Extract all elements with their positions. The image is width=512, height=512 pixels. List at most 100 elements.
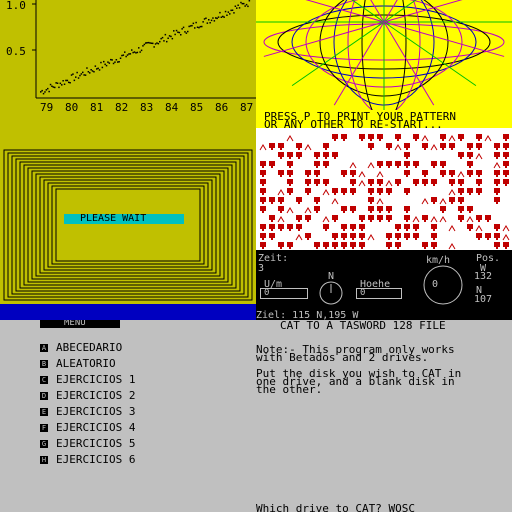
- tree-icon: [278, 197, 284, 202]
- menu-item[interactable]: A ABECEDARIO: [40, 342, 122, 353]
- mountain-icon: [448, 225, 456, 232]
- tree-icon: [314, 206, 320, 211]
- tree-trunk: [370, 202, 372, 204]
- mountain-icon: [457, 171, 465, 178]
- scatter-point: [77, 77, 80, 79]
- tree-trunk: [316, 175, 318, 177]
- please-wait-banner: PLEASE WAIT: [64, 214, 184, 224]
- tree-trunk: [451, 184, 453, 186]
- menu-item[interactable]: F EJERCICIOS 4: [40, 422, 135, 433]
- tree-trunk: [406, 220, 408, 222]
- tree-trunk: [316, 211, 318, 213]
- scatter-point: [72, 73, 74, 75]
- scatter-point: [227, 11, 230, 13]
- scatter-point: [42, 92, 45, 95]
- tree-icon: [323, 224, 329, 229]
- tree-trunk: [388, 148, 390, 150]
- tree-icon: [476, 188, 482, 193]
- tree-icon: [368, 179, 374, 184]
- tree-trunk: [397, 184, 399, 186]
- tree-icon: [458, 197, 464, 202]
- scatter-point: [167, 37, 169, 39]
- scatter-point: [223, 16, 225, 18]
- tree-icon: [494, 179, 500, 184]
- tree-icon: [368, 206, 374, 211]
- menu-item[interactable]: H EJERCICIOS 6: [40, 454, 135, 465]
- scatter-point: [82, 71, 84, 74]
- tree-trunk: [433, 238, 435, 240]
- tree-icon: [395, 233, 401, 238]
- scatter-point: [177, 31, 179, 33]
- tree-icon: [404, 152, 410, 157]
- scatter-point: [215, 17, 217, 19]
- tree-trunk: [325, 229, 327, 231]
- tree-trunk: [496, 157, 498, 159]
- tree-icon: [350, 188, 356, 193]
- tree-icon: [350, 242, 356, 247]
- scatter-point: [47, 87, 49, 90]
- tree-icon: [503, 170, 509, 175]
- menu-item[interactable]: G EJERCICIOS 5: [40, 438, 135, 449]
- tree-trunk: [343, 247, 345, 249]
- tree-trunk: [406, 175, 408, 177]
- tree-icon: [269, 224, 275, 229]
- menu-item[interactable]: C EJERCICIOS 1: [40, 374, 135, 385]
- tree-icon: [260, 161, 266, 166]
- tree-trunk: [343, 211, 345, 213]
- w-value: 132: [474, 271, 493, 282]
- tree-icon: [314, 179, 320, 184]
- scatter-point: [222, 15, 224, 18]
- menu-item-label: EJERCICIOS 3: [56, 405, 136, 418]
- drive-prompt[interactable]: Which drive to CAT? WOSC: [256, 503, 415, 512]
- scatter-point: [248, 0, 251, 2]
- tree-icon: [458, 152, 464, 157]
- tree-icon: [323, 179, 329, 184]
- tree-trunk: [352, 184, 354, 186]
- menu-key-icon: H: [40, 456, 48, 464]
- tree-trunk: [388, 211, 390, 213]
- mountain-icon: [376, 171, 384, 178]
- scatter-point: [187, 30, 189, 33]
- scatter-point: [44, 91, 46, 93]
- tree-trunk: [406, 229, 408, 231]
- tree-trunk: [271, 202, 273, 204]
- mountain-icon: [421, 135, 429, 142]
- scatter-point: [143, 43, 146, 46]
- scatter-point: [133, 51, 136, 53]
- tree-icon: [431, 161, 437, 166]
- tree-trunk: [469, 148, 471, 150]
- tree-icon: [413, 233, 419, 238]
- mountain-icon: [385, 180, 393, 187]
- tree-icon: [332, 215, 338, 220]
- tree-icon: [350, 170, 356, 175]
- tree-trunk: [505, 247, 507, 249]
- menu-item[interactable]: D EJERCICIOS 2: [40, 390, 135, 401]
- tree-trunk: [478, 175, 480, 177]
- tree-icon: [467, 224, 473, 229]
- tree-trunk: [280, 157, 282, 159]
- tree-icon: [386, 206, 392, 211]
- concentric-rect: [39, 176, 217, 274]
- mountain-icon: [277, 216, 285, 223]
- tree-trunk: [469, 175, 471, 177]
- tree-icon: [476, 233, 482, 238]
- tree-trunk: [496, 175, 498, 177]
- scatter-point: [65, 79, 67, 82]
- tree-trunk: [352, 247, 354, 249]
- status-bar: [0, 304, 256, 320]
- mountain-icon: [421, 198, 429, 205]
- scatter-point: [90, 69, 92, 71]
- tree-trunk: [406, 148, 408, 150]
- tree-trunk: [343, 229, 345, 231]
- menu-item[interactable]: E EJERCICIOS 3: [40, 406, 135, 417]
- menu-item[interactable]: B ALEATORIO: [40, 358, 116, 369]
- tree-trunk: [478, 238, 480, 240]
- scatter-point: [110, 58, 112, 61]
- tree-icon: [395, 134, 401, 139]
- scatter-point: [69, 82, 71, 84]
- tree-icon: [359, 242, 365, 247]
- tree-icon: [314, 152, 320, 157]
- scatter-point: [94, 65, 97, 67]
- n-value: 107: [474, 294, 493, 305]
- mountain-icon: [322, 189, 330, 196]
